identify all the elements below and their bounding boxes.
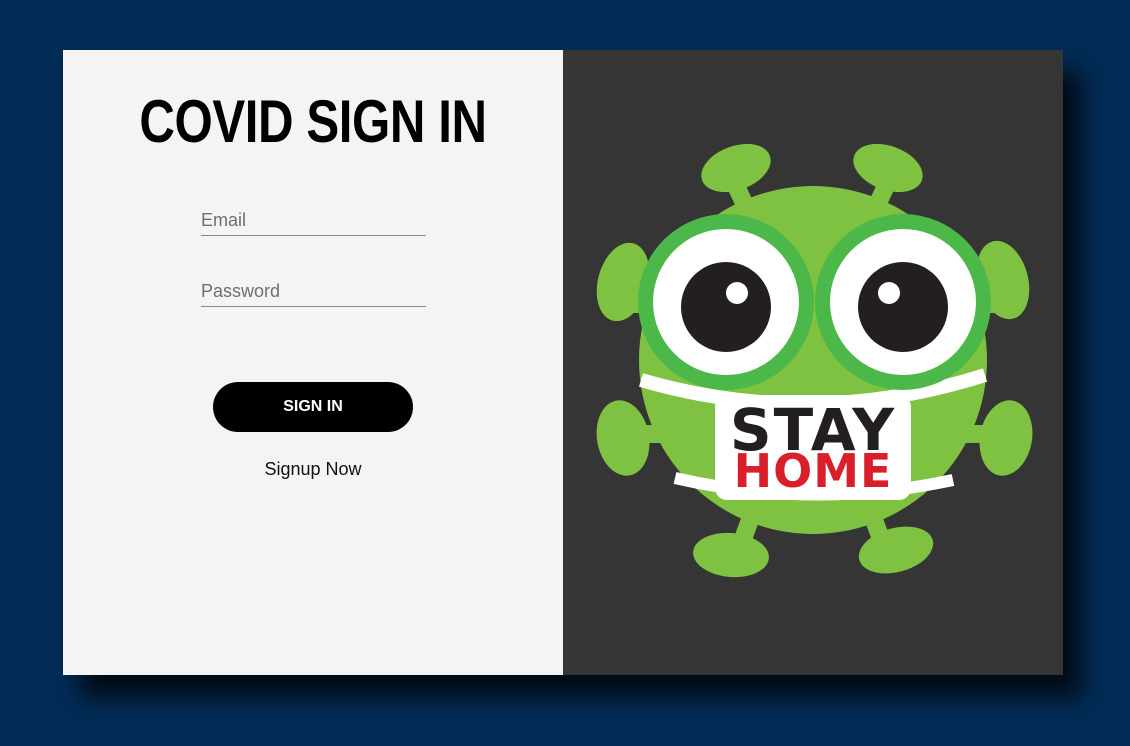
email-field[interactable] <box>201 210 426 235</box>
password-field-wrapper <box>201 281 426 307</box>
signup-link[interactable]: Signup Now <box>63 459 563 480</box>
password-field[interactable] <box>201 281 426 306</box>
login-card: COVID SIGN IN SIGN IN Signup Now <box>63 50 1063 675</box>
mask-text-home: HOME <box>734 444 893 498</box>
illustration-panel: STAY HOME <box>563 50 1063 675</box>
email-field-wrapper <box>201 210 426 236</box>
eye-right <box>815 214 991 390</box>
virus-mascot-icon: STAY HOME <box>596 143 1033 578</box>
eye-left <box>638 214 814 390</box>
login-panel: COVID SIGN IN SIGN IN Signup Now <box>63 50 563 675</box>
sign-in-button[interactable]: SIGN IN <box>213 382 413 432</box>
page-title: COVID SIGN IN <box>139 88 487 155</box>
